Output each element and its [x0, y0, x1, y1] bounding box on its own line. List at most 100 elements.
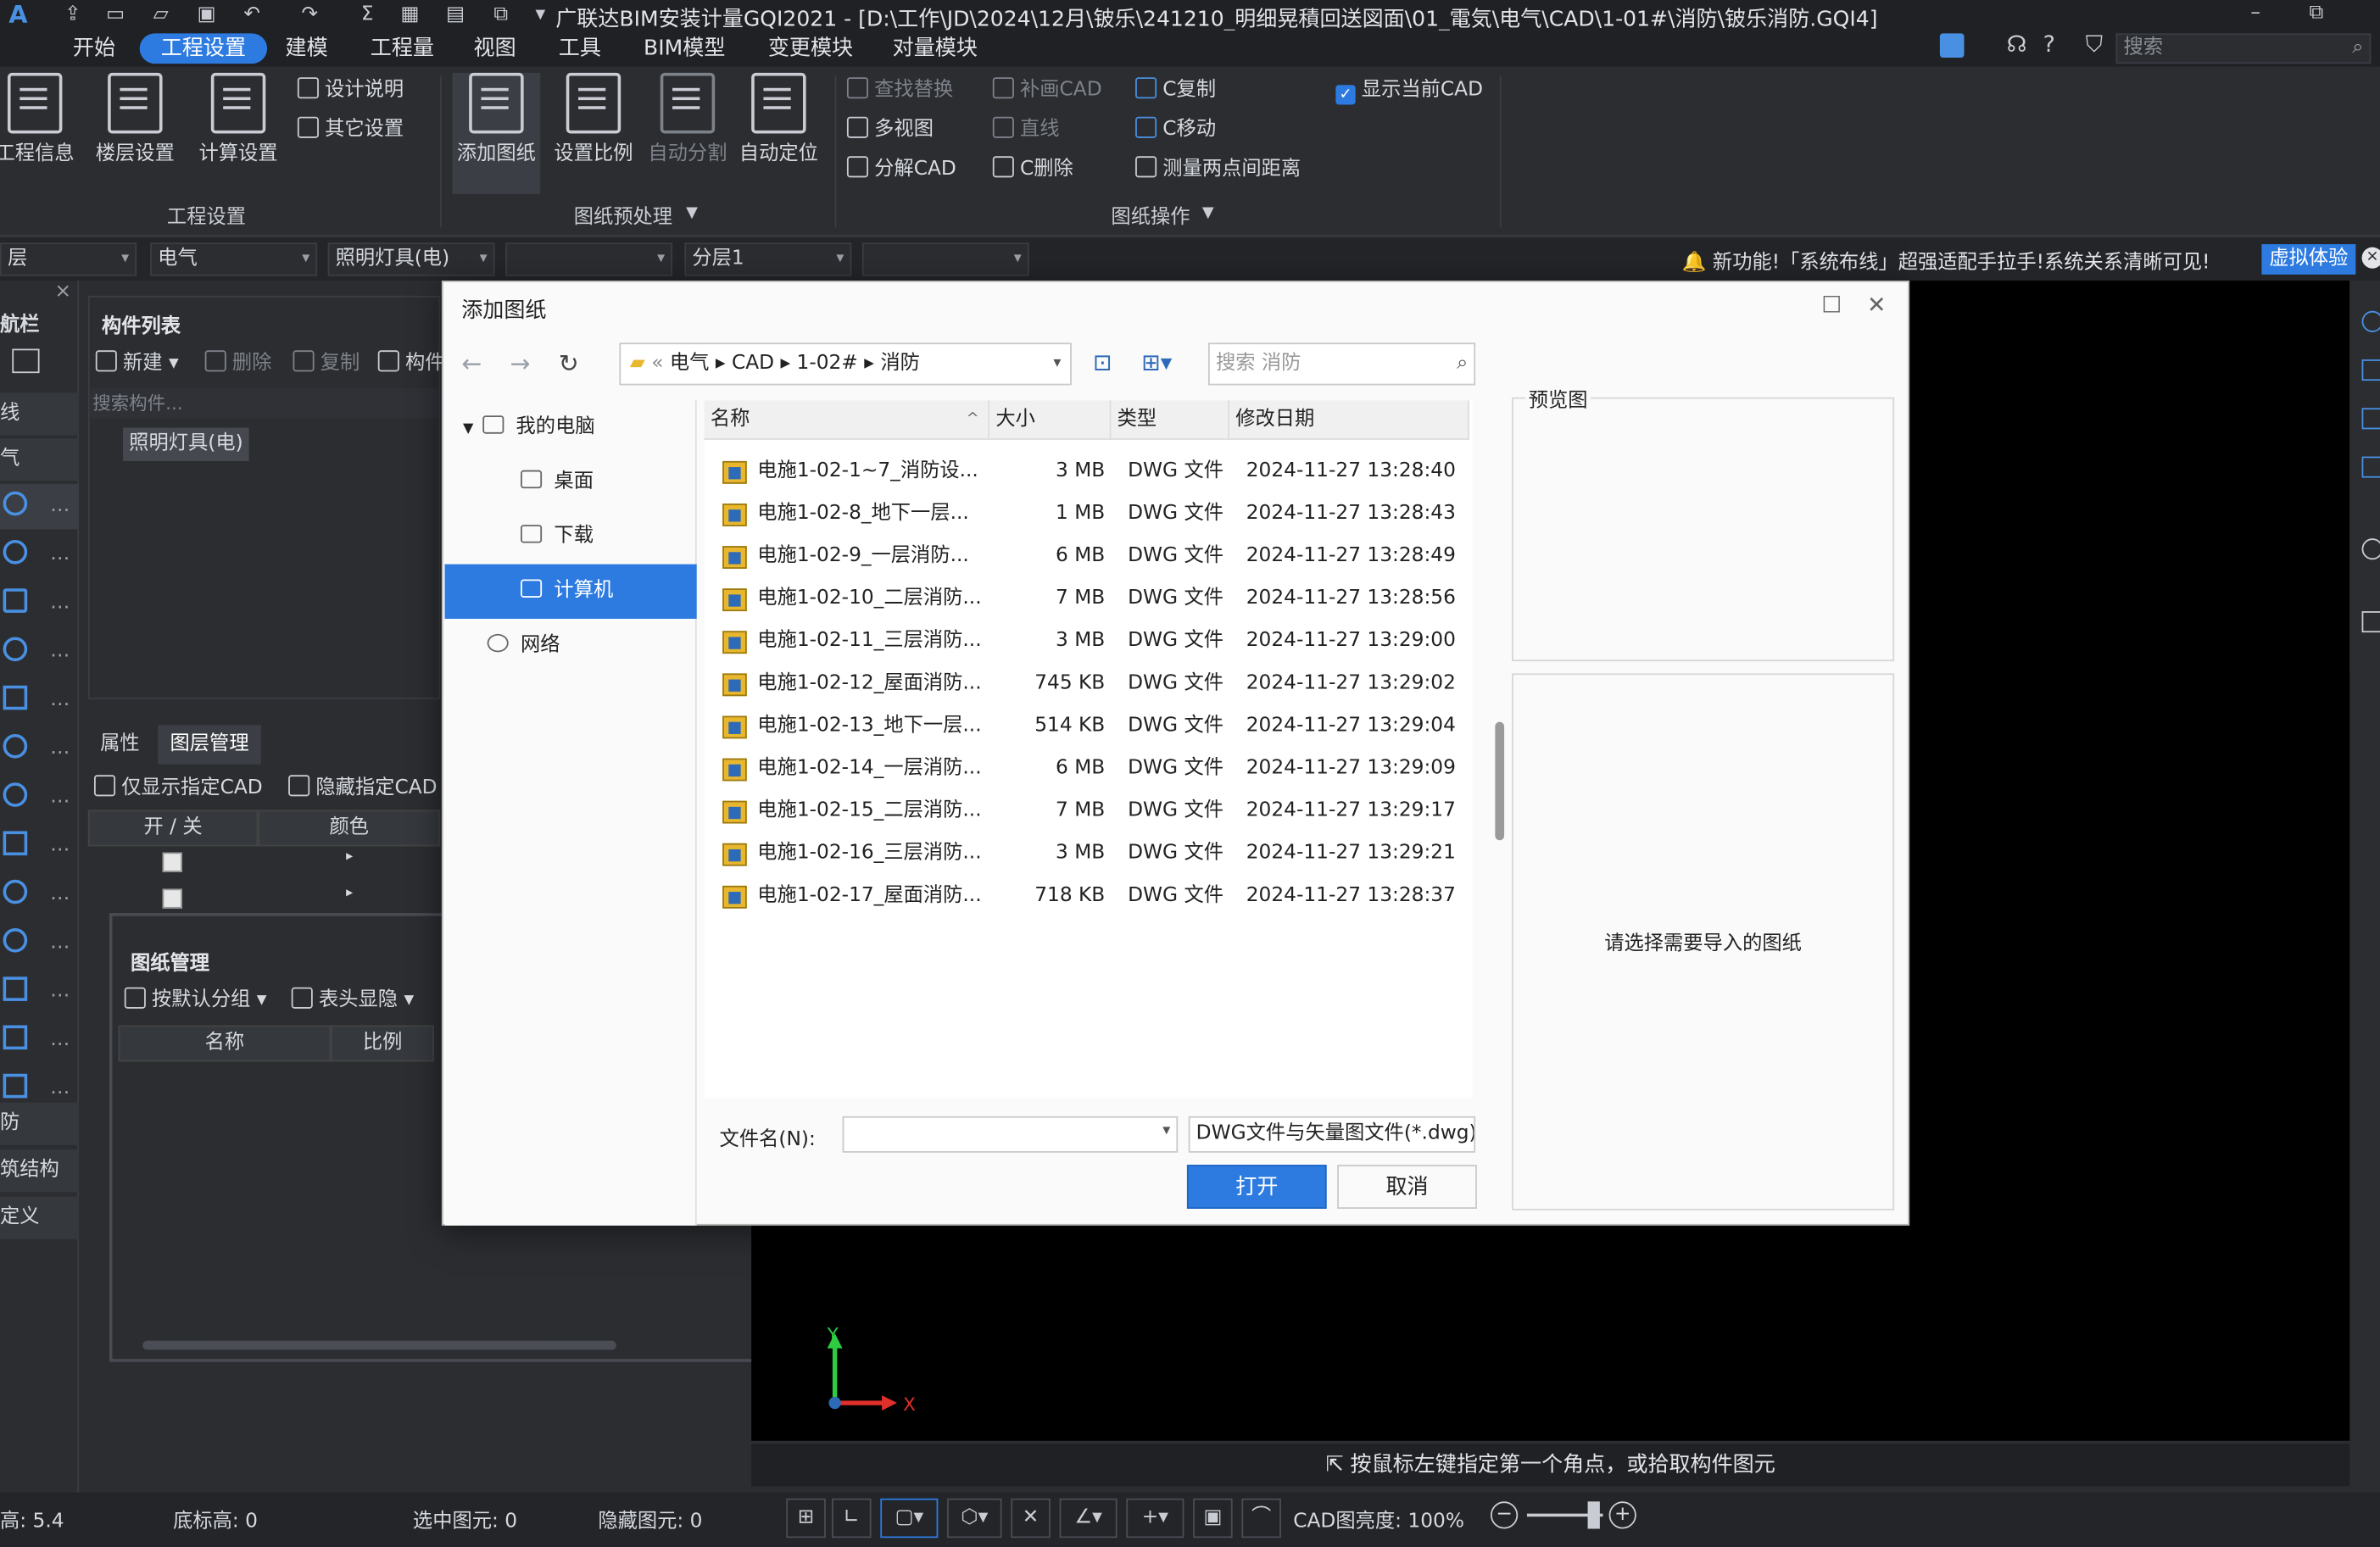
filename-input[interactable]: [842, 1116, 1179, 1153]
table-icon[interactable]: ▤: [443, 3, 468, 28]
design-notes-button[interactable]: 设计说明: [297, 75, 404, 106]
show-current-cad-checkbox[interactable]: ✓ 显示当前CAD: [1335, 75, 1483, 106]
tab-layer-management[interactable]: 图层管理: [158, 725, 261, 765]
nav-category-custom[interactable]: 定义: [0, 1196, 80, 1239]
minimize-icon[interactable]: –: [2225, 0, 2286, 31]
nav-category-structure[interactable]: 筑结构: [0, 1149, 80, 1193]
component-search-input[interactable]: 搜索构件...: [89, 388, 439, 419]
save-icon[interactable]: ▣: [194, 3, 219, 28]
layer-toggle-checkbox[interactable]: [162, 852, 182, 872]
patch-cad-button[interactable]: 补画CAD: [992, 75, 1102, 106]
undo-icon[interactable]: ↶: [240, 3, 265, 28]
breadcrumb-item[interactable]: 1-02#: [797, 352, 858, 375]
file-row[interactable]: 电施1-02-14_一层消防... 6 MB DWG 文件 2024-11-27 13…: [705, 748, 1473, 790]
3d-view-icon[interactable]: ⬡▾: [947, 1498, 1002, 1539]
discipline-combo[interactable]: 电气: [150, 242, 318, 276]
close-icon[interactable]: ✕: [1867, 292, 1887, 319]
refresh-icon[interactable]: ↻: [559, 349, 579, 378]
close-icon[interactable]: ×: [54, 281, 71, 303]
view-icon[interactable]: [2361, 359, 2380, 381]
export-icon[interactable]: ⧉: [488, 3, 513, 28]
breadcrumb-item[interactable]: 消防: [880, 352, 920, 375]
menu-view[interactable]: 视图: [465, 33, 526, 64]
column-header-type[interactable]: 类型: [1111, 400, 1230, 440]
default-group-button[interactable]: 按默认分组 ▾: [124, 986, 267, 1016]
explode-cad-button[interactable]: 分解CAD: [846, 154, 956, 185]
headset-icon[interactable]: ☊: [2007, 31, 2027, 58]
snap-grid-icon[interactable]: ⊞: [786, 1498, 826, 1539]
copy-component-button[interactable]: 复制: [293, 349, 360, 380]
restore-icon[interactable]: ⧉: [2286, 0, 2347, 31]
tree-node-network[interactable]: 网络: [445, 619, 697, 673]
top-search-input[interactable]: 搜索 ⌕: [2115, 33, 2372, 64]
nav-category-electric[interactable]: 气: [0, 438, 80, 481]
expand-icon[interactable]: ▸: [346, 849, 353, 865]
file-row[interactable]: 电施1-02-17_屋面消防... 718 KB DWG 文件 2024-11-27 …: [705, 875, 1473, 917]
tree-node-downloads[interactable]: 下载: [445, 509, 697, 564]
project-info-button[interactable]: 工程信息: [0, 72, 82, 194]
forward-icon[interactable]: →: [510, 349, 531, 378]
search-icon[interactable]: ⌕: [1457, 344, 1468, 384]
open-folder-icon[interactable]: ▱: [148, 3, 173, 28]
column-header-size[interactable]: 大小: [989, 400, 1112, 440]
maximize-icon[interactable]: ☐: [1821, 292, 1842, 319]
dialog-search-input[interactable]: 搜索 消防 ⌕: [1207, 342, 1476, 386]
address-bar[interactable]: ▰ « 电气 ▸ CAD ▸ 1-02# ▸ 消防 ▾: [619, 342, 1072, 386]
customize-icon[interactable]: ▾: [528, 3, 553, 28]
angle-icon[interactable]: ∠▾: [1059, 1498, 1118, 1539]
file-row[interactable]: 电施1-02-12_屋面消防... 745 KB DWG 文件 2024-11-27 …: [705, 663, 1473, 705]
nav-item-cable-tray[interactable]: …: [0, 678, 79, 724]
nav-item-cable[interactable]: …: [0, 872, 79, 918]
sum-icon[interactable]: Σ: [355, 3, 380, 28]
new-file-icon[interactable]: ▭: [103, 3, 128, 28]
file-row[interactable]: 电施1-02-1~7_消防设... 3 MB DWG 文件 2024-11-27 13…: [705, 450, 1473, 492]
rotate-icon[interactable]: [2361, 538, 2380, 560]
chevron-down-icon[interactable]: ▼: [1202, 205, 1214, 222]
brightness-slider-handle[interactable]: [1587, 1501, 1600, 1529]
other-settings-button[interactable]: 其它设置: [297, 115, 404, 146]
nav-item-bus[interactable]: …: [0, 824, 79, 870]
menu-project-settings[interactable]: 工程设置: [139, 33, 268, 64]
auto-locate-button[interactable]: 自动定位: [732, 72, 826, 194]
nav-item-switch[interactable]: …: [0, 532, 79, 578]
open-button[interactable]: 打开: [1186, 1165, 1327, 1209]
menu-quantity[interactable]: 工程量: [361, 33, 443, 64]
file-row[interactable]: 电施1-02-16_三层消防... 3 MB DWG 文件 2024-11-27 13…: [705, 832, 1473, 875]
hide-cad-button[interactable]: 隐藏指定CAD: [288, 773, 438, 804]
component-item[interactable]: 照明灯具(电): [123, 427, 249, 461]
cross-icon[interactable]: ✕: [1011, 1498, 1051, 1539]
file-row[interactable]: 电施1-02-13_地下一层... 514 KB DWG 文件 2024-11-27 …: [705, 705, 1473, 748]
menu-check-module[interactable]: 对量模块: [883, 33, 987, 64]
calc-settings-button[interactable]: 计算设置: [192, 72, 286, 194]
curve-icon[interactable]: ⌒: [1241, 1498, 1281, 1539]
close-icon[interactable]: ×: [2361, 247, 2380, 269]
nav-item-equipment[interactable]: …: [0, 969, 79, 1015]
edit-icon[interactable]: [12, 348, 40, 374]
floor-settings-button[interactable]: 楼层设置: [88, 72, 182, 194]
cancel-button[interactable]: 取消: [1337, 1165, 1477, 1209]
user-avatar[interactable]: [1939, 33, 1965, 58]
chevron-down-icon[interactable]: ▾: [1053, 344, 1061, 384]
view-mode-icon[interactable]: ⊞▾: [1141, 349, 1172, 376]
layer-combo[interactable]: 分层1: [684, 242, 852, 276]
multi-view-button[interactable]: 多视图: [846, 115, 934, 146]
chevron-down-icon[interactable]: ▼: [686, 205, 698, 222]
menu-change-module[interactable]: 变更模块: [759, 33, 862, 64]
nav-category-fire[interactable]: 防: [0, 1102, 80, 1145]
back-icon[interactable]: ←: [461, 349, 482, 378]
list-icon[interactable]: [2361, 611, 2380, 633]
nav-item-socket[interactable]: …: [0, 630, 79, 676]
menu-bim-model[interactable]: BIM模型: [634, 33, 734, 64]
cube-icon[interactable]: [2361, 456, 2380, 478]
insert-point-icon[interactable]: +▾: [1126, 1498, 1184, 1539]
layer-icon[interactable]: [2361, 408, 2380, 430]
nav-category-line[interactable]: 线: [0, 392, 80, 436]
tree-node-desktop[interactable]: 桌面: [445, 455, 697, 509]
file-row[interactable]: 电施1-02-9_一层消防... 6 MB DWG 文件 2024-11-27 13:…: [705, 536, 1473, 578]
nav-item-grounding[interactable]: …: [0, 921, 79, 966]
select-box-icon[interactable]: ▢▾: [880, 1498, 939, 1539]
menu-tools[interactable]: 工具: [549, 33, 610, 64]
set-scale-button[interactable]: 设置比例: [546, 72, 640, 194]
nav-item-lighting[interactable]: …: [0, 483, 80, 530]
zoom-out-icon[interactable]: −: [1490, 1501, 1519, 1529]
